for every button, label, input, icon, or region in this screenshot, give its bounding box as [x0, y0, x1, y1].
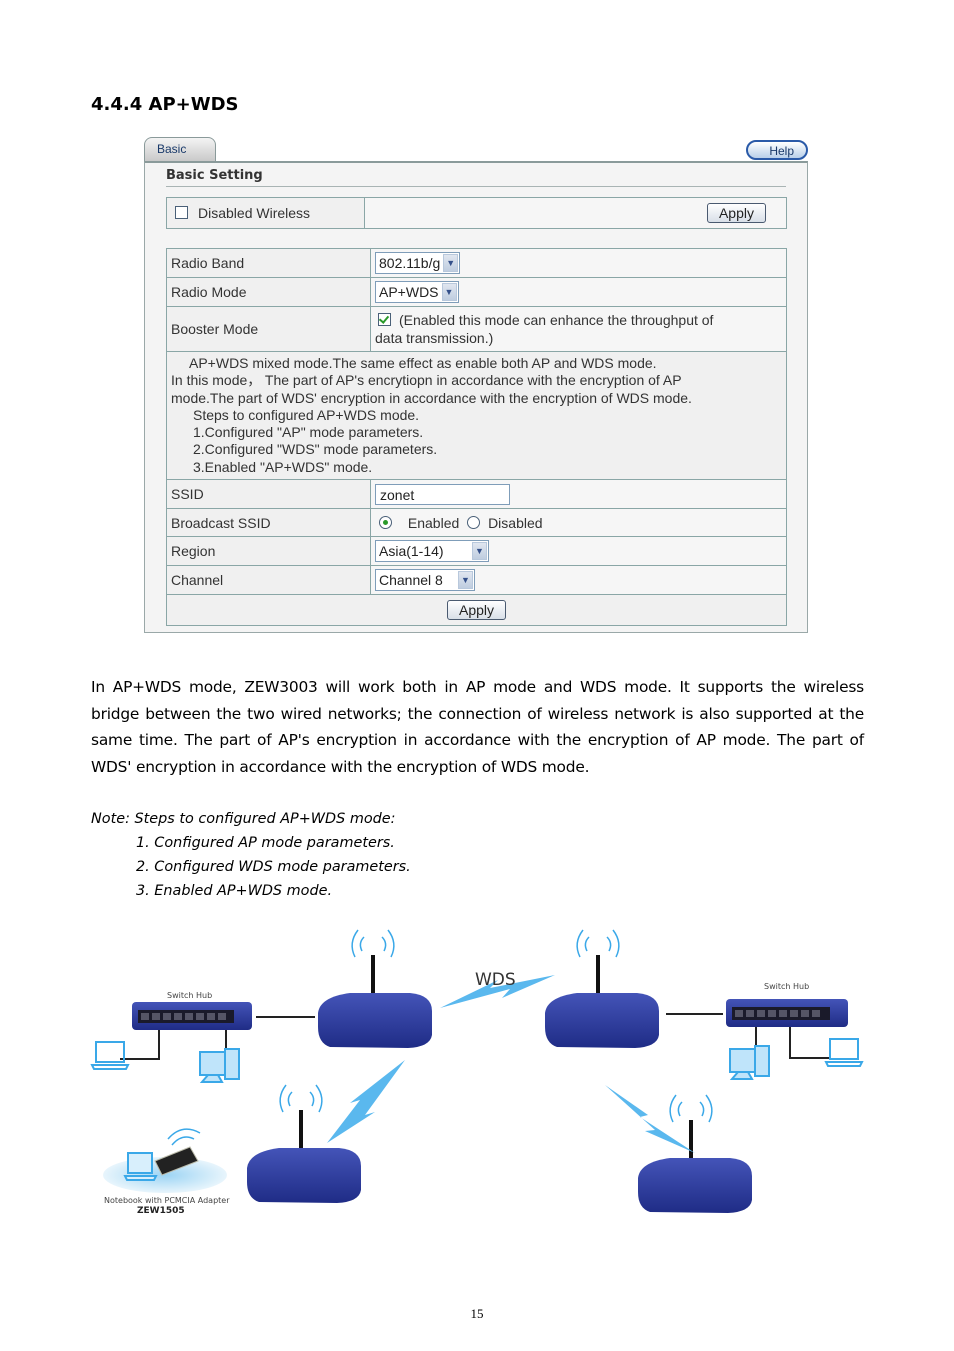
- ssid-label: SSID: [166, 479, 371, 510]
- laptop-icon: [90, 1041, 130, 1070]
- broadcast-ssid-label: Broadcast SSID: [166, 508, 371, 538]
- note-title: Note: Steps to configured AP+WDS mode:: [91, 811, 396, 827]
- disabled-wireless-label: Disabled Wireless: [198, 205, 311, 221]
- ssid-input[interactable]: zonet: [375, 483, 510, 505]
- chevron-down-icon: ▼: [443, 254, 459, 272]
- chevron-down-icon: ▼: [441, 283, 457, 301]
- chevron-down-icon: ▼: [458, 571, 473, 590]
- radio-mode-select[interactable]: AP+WDS ▼: [375, 281, 459, 303]
- wireless-signal-icon: [167, 1128, 201, 1146]
- switch-hub-left-icon: [132, 1002, 252, 1030]
- switch-hub-left-label: Switch Hub: [167, 991, 212, 1000]
- booster-mode-label: Booster Mode: [166, 306, 371, 352]
- region-label: Region: [166, 536, 371, 567]
- mode-description: AP+WDS mixed mode.The same effect as ena…: [166, 350, 787, 481]
- laptop-icon: [824, 1038, 864, 1067]
- channel-select[interactable]: Channel 8 ▼: [375, 569, 475, 592]
- broadcast-enabled-label: Enabled: [407, 514, 460, 531]
- wds-label: WDS: [475, 970, 516, 990]
- body-paragraph: In AP+WDS mode, ZEW3003 will work both i…: [91, 678, 864, 776]
- settings-frame: Basic Setting Disabled Wireless Apply Ra…: [144, 161, 808, 633]
- region-select[interactable]: Asia(1-14) ▼: [375, 540, 489, 563]
- disabled-wireless-cell: Disabled Wireless: [166, 197, 365, 229]
- radio-mode-label: Radio Mode: [166, 277, 371, 307]
- desktop-icon: [729, 1045, 770, 1080]
- router-icon: [247, 1084, 361, 1203]
- broadcast-enabled-radio[interactable]: [379, 515, 392, 529]
- note: Note: Steps to configured AP+WDS mode: 1…: [91, 807, 411, 903]
- booster-mode-text-1: (Enabled this mode can enhance the throu…: [399, 312, 714, 328]
- chevron-down-icon: ▼: [472, 542, 487, 561]
- booster-mode-checkbox[interactable]: [378, 313, 391, 326]
- disable-wireless-table: Disabled Wireless Apply: [166, 197, 787, 229]
- wireless-lightning-icon: [327, 1060, 405, 1143]
- network-diagram: Switch Hub WDS Switch Hub Notebook with …: [90, 925, 870, 1225]
- broadcast-disabled-label: Disabled: [488, 514, 543, 531]
- desktop-icon: [199, 1048, 240, 1083]
- switch-hub-right-label: Switch Hub: [764, 982, 809, 991]
- help-button[interactable]: Help: [746, 140, 808, 160]
- wireless-lightning-icon: [605, 1085, 695, 1153]
- router-icon: [545, 929, 659, 1048]
- broadcast-disabled-radio[interactable]: [467, 515, 481, 529]
- radio-band-select[interactable]: 802.11b/g ▼: [375, 252, 461, 274]
- apply-button[interactable]: Apply: [446, 600, 507, 621]
- wireless-settings-table: Radio Band 802.11b/g ▼ Radio Mode AP+WDS ▼…: [166, 248, 787, 627]
- radio-band-label: Radio Band: [166, 248, 371, 278]
- notebook-model: ZEW1505: [137, 1206, 185, 1216]
- settings-panel: Basic Help Basic Setting Disabled Wirele…: [144, 135, 808, 633]
- booster-mode-text-2: data transmission.): [375, 330, 494, 346]
- router-icon: [318, 929, 432, 1048]
- tab-basic[interactable]: Basic: [144, 137, 216, 161]
- switch-hub-right-icon: [726, 999, 848, 1027]
- disabled-wireless-checkbox[interactable]: [175, 206, 188, 219]
- note-step: 3. Enabled AP+WDS mode.: [136, 883, 333, 899]
- note-step: 2. Configured WDS mode parameters.: [136, 859, 411, 875]
- title-divider: [166, 186, 786, 187]
- apply-wireless-button[interactable]: Apply: [706, 203, 766, 223]
- router-icon: [638, 1094, 752, 1213]
- notebook-caption: Notebook with PCMCIA Adapter: [104, 1196, 230, 1205]
- notebook-icon: [123, 1152, 158, 1181]
- channel-label: Channel: [166, 565, 371, 596]
- page-number: 15: [470, 1306, 484, 1321]
- section-heading: 4.4.4 AP+WDS: [91, 94, 239, 115]
- note-step: 1. Configured AP mode parameters.: [136, 835, 395, 851]
- basic-setting-title: Basic Setting: [166, 168, 263, 183]
